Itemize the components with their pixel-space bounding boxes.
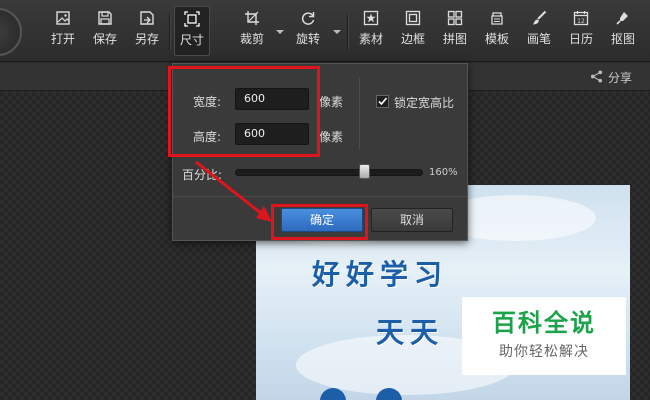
frame-label: 边框 bbox=[400, 32, 425, 46]
rotate-icon bbox=[300, 10, 316, 26]
photo-text-line2: 天天 bbox=[376, 316, 445, 349]
menu-circle-button[interactable] bbox=[0, 8, 22, 56]
share-label: 分享 bbox=[607, 71, 632, 85]
watermark-logo: 百科全说 助你轻松解决 bbox=[462, 297, 626, 375]
height-unit: 像素 bbox=[319, 130, 344, 144]
percent-slider-thumb[interactable] bbox=[358, 164, 370, 179]
percent-value: 160% bbox=[429, 167, 458, 178]
highlight-confirm-button bbox=[271, 204, 368, 240]
resize-icon bbox=[184, 11, 200, 27]
calendar-label: 日历 bbox=[568, 32, 593, 46]
open-button[interactable]: 打开 bbox=[45, 10, 81, 54]
crop-dropdown-caret[interactable] bbox=[276, 30, 284, 34]
resize-label: 尺寸 bbox=[179, 33, 204, 47]
crop-label: 裁剪 bbox=[239, 32, 264, 46]
grid-icon bbox=[447, 10, 463, 26]
save-as-icon bbox=[139, 10, 155, 26]
rotate-label: 旋转 bbox=[295, 32, 320, 46]
percent-slider-track[interactable] bbox=[235, 169, 423, 176]
watermark-subtitle: 助你轻松解决 bbox=[499, 344, 589, 360]
toolbar-separator bbox=[347, 14, 348, 50]
highlight-dimension-fields bbox=[168, 66, 320, 157]
open-label: 打开 bbox=[50, 32, 75, 46]
save-icon bbox=[97, 10, 113, 26]
dialog-separator bbox=[173, 196, 467, 197]
resize-button[interactable]: 尺寸 bbox=[174, 6, 210, 56]
lock-ratio-label: 锁定宽高比 bbox=[394, 96, 455, 110]
material-button[interactable]: 素材 bbox=[353, 10, 389, 54]
save-button[interactable]: 保存 bbox=[87, 10, 123, 54]
collage-button[interactable]: 拼图 bbox=[437, 10, 473, 54]
share-icon bbox=[590, 69, 603, 86]
cancel-button[interactable]: 取消 bbox=[371, 208, 453, 232]
calendar-button[interactable]: 12 日历 bbox=[563, 10, 599, 54]
brush-label: 画笔 bbox=[526, 32, 551, 46]
star-icon bbox=[363, 10, 379, 26]
calendar-icon: 12 bbox=[573, 10, 589, 26]
open-image-icon bbox=[55, 10, 71, 26]
brush-icon bbox=[531, 10, 547, 26]
main-toolbar: 打开 保存 另存 尺寸 裁剪 旋转 素材 边框 拼图 模板 画笔 12 日历 抠… bbox=[0, 0, 650, 62]
cutout-button[interactable]: 抠图 bbox=[605, 10, 641, 54]
template-button[interactable]: 模板 bbox=[479, 10, 515, 54]
cutout-icon bbox=[615, 10, 631, 26]
share-button[interactable]: 分享 bbox=[590, 69, 632, 86]
brush-button[interactable]: 画笔 bbox=[521, 10, 557, 54]
lock-ratio-checkbox[interactable] bbox=[376, 95, 389, 108]
save-as-label: 另存 bbox=[134, 32, 159, 46]
watermark-title: 百科全说 bbox=[492, 309, 596, 337]
rotate-button[interactable]: 旋转 bbox=[290, 10, 326, 54]
template-icon bbox=[489, 10, 505, 26]
rotate-dropdown-caret[interactable] bbox=[333, 30, 341, 34]
save-label: 保存 bbox=[92, 32, 117, 46]
frame-button[interactable]: 边框 bbox=[395, 10, 431, 54]
calendar-day: 12 bbox=[577, 18, 585, 25]
frame-icon bbox=[405, 10, 421, 26]
photo-text-line1: 好好学习 bbox=[312, 258, 449, 291]
photo-decoration bbox=[320, 388, 346, 400]
dialog-divider bbox=[359, 78, 360, 150]
width-unit: 像素 bbox=[319, 95, 344, 109]
collage-label: 拼图 bbox=[442, 32, 467, 46]
material-label: 素材 bbox=[358, 32, 383, 46]
crop-button[interactable]: 裁剪 bbox=[234, 10, 270, 54]
percent-label: 百分比: bbox=[182, 168, 223, 182]
crop-icon bbox=[244, 10, 260, 26]
toolbar-separator bbox=[169, 14, 170, 50]
template-label: 模板 bbox=[484, 32, 509, 46]
save-as-button[interactable]: 另存 bbox=[129, 10, 165, 54]
cutout-label: 抠图 bbox=[610, 32, 635, 46]
check-icon bbox=[378, 97, 388, 106]
